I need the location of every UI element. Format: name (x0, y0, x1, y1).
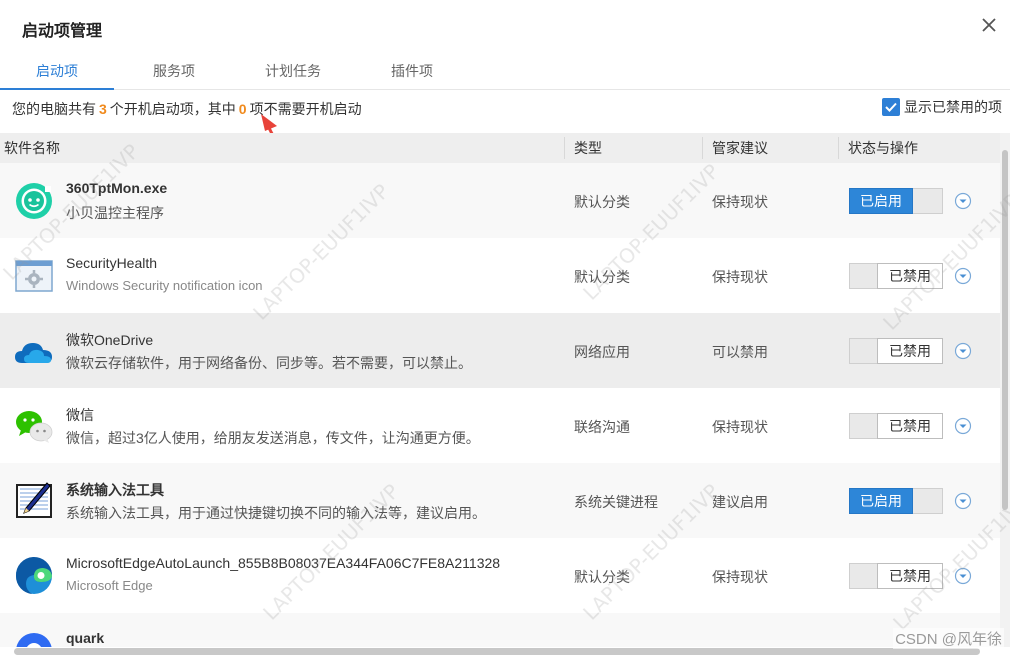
status-label: 已启用 (849, 188, 913, 214)
app-advice: 可以禁用 (712, 344, 768, 360)
tab-bar: 启动项 服务项 计划任务 插件项 (0, 54, 1010, 90)
app-type: 联络沟通 (574, 419, 630, 435)
app-advice: 保持现状 (712, 269, 768, 285)
app-description: Microsoft Edge (66, 578, 153, 593)
status-label: 已启用 (849, 488, 913, 514)
status-label: 已禁用 (877, 413, 943, 439)
quark-icon (16, 633, 52, 647)
close-icon (982, 18, 996, 32)
settings-window-icon (15, 260, 53, 292)
column-header-status: 状态与操作 (848, 140, 918, 156)
app-name: 系统输入法工具 (66, 482, 164, 498)
status-label: 已禁用 (877, 263, 943, 289)
table-row[interactable]: MicrosoftEdgeAutoLaunch_855B8B08037EA344… (0, 538, 1000, 613)
tab-plugins[interactable]: 插件项 (366, 54, 458, 90)
status-label: 已禁用 (877, 563, 943, 589)
summary-text-2: 个开机启动项，其中 (109, 101, 236, 117)
status-toggle[interactable]: 已启用 (849, 188, 943, 214)
status-label: 已禁用 (877, 338, 943, 364)
show-disabled-checkbox[interactable]: 显示已禁用的项 (882, 97, 1002, 117)
app-description: 系统输入法工具，用于通过快捷键切换不同的输入法等，建议启用。 (66, 505, 486, 521)
cloud-icon (15, 343, 52, 363)
chevron-down-icon[interactable] (954, 267, 972, 285)
app-description: 微信，超过3亿人使用，给朋友发送消息，传文件，让沟通更方便。 (66, 430, 480, 446)
table-row[interactable]: 系统输入法工具 系统输入法工具，用于通过快捷键切换不同的输入法等，建议启用。 系… (0, 463, 1000, 538)
app-type: 默认分类 (574, 569, 630, 585)
column-divider (702, 137, 703, 159)
app-description: Windows Security notification icon (66, 278, 263, 293)
chat-bot-icon (16, 183, 52, 219)
status-toggle[interactable]: 已禁用 (849, 263, 943, 289)
window-title: 启动项管理 (22, 23, 103, 40)
chevron-down-icon[interactable] (954, 417, 972, 435)
column-header-advice: 管家建议 (712, 140, 768, 156)
tab-services[interactable]: 服务项 (128, 54, 220, 90)
app-name: SecurityHealth (66, 255, 158, 271)
summary-unneeded-count: 0 (238, 101, 247, 117)
app-advice: 保持现状 (712, 194, 768, 210)
summary-total-count: 3 (99, 101, 107, 117)
status-toggle[interactable]: 已启用 (849, 488, 943, 514)
app-name: MicrosoftEdgeAutoLaunch_855B8B08037EA344… (66, 555, 501, 571)
app-name: 360TptMon.exe (66, 180, 168, 196)
wechat-icon (16, 411, 53, 443)
chevron-down-icon[interactable] (954, 192, 972, 210)
app-advice: 建议启用 (712, 494, 768, 510)
app-description: 小贝温控主程序 (66, 205, 164, 221)
summary-text-3: 项不需要开机启动 (249, 101, 362, 117)
table-row[interactable]: 360TptMon.exe 小贝温控主程序 默认分类 保持现状 已启用 (0, 163, 1000, 238)
table-header: 软件名称 类型 管家建议 状态与操作 (0, 133, 1000, 163)
column-divider (838, 137, 839, 159)
app-advice: 保持现状 (712, 569, 768, 585)
chevron-down-icon[interactable] (954, 492, 972, 510)
status-toggle[interactable]: 已禁用 (849, 338, 943, 364)
status-toggle[interactable]: 已禁用 (849, 563, 943, 589)
checkmark-icon (885, 102, 897, 112)
status-toggle[interactable]: 已禁用 (849, 413, 943, 439)
app-type: 默认分类 (574, 269, 630, 285)
app-name: 微软OneDrive (66, 332, 154, 348)
app-type: 网络应用 (574, 344, 630, 360)
column-header-name: 软件名称 (4, 140, 60, 156)
app-type: 系统关键进程 (574, 494, 658, 510)
chevron-down-icon[interactable] (954, 567, 972, 585)
table-row[interactable]: SecurityHealth Windows Security notifica… (0, 238, 1000, 313)
table-row[interactable]: quark (0, 613, 1000, 647)
tab-startup[interactable]: 启动项 (0, 54, 114, 90)
app-description: 微软云存储软件，用于网络备份、同步等。若不需要，可以禁止。 (66, 355, 472, 371)
column-header-type: 类型 (574, 140, 602, 156)
column-divider (564, 137, 565, 159)
horizontal-scrollbar[interactable] (14, 648, 980, 655)
app-advice: 保持现状 (712, 419, 768, 435)
credit-watermark: CSDN @风年徐 (893, 628, 1004, 649)
tab-scheduled-tasks[interactable]: 计划任务 (240, 54, 346, 90)
close-button[interactable] (976, 12, 1002, 38)
table-row[interactable]: 微软OneDrive 微软云存储软件，用于网络备份、同步等。若不需要，可以禁止。… (0, 313, 1000, 388)
checkbox-checked[interactable] (882, 98, 900, 116)
app-type: 默认分类 (574, 194, 630, 210)
app-name: quark (66, 630, 105, 646)
pen-icon (16, 482, 52, 518)
edge-icon (15, 556, 52, 594)
title-bar: 启动项管理 (0, 0, 1010, 52)
startup-list: 360TptMon.exe 小贝温控主程序 默认分类 保持现状 已启用 Secu… (0, 163, 1000, 647)
table-row[interactable]: 微信 微信，超过3亿人使用，给朋友发送消息，传文件，让沟通更方便。 联络沟通 保… (0, 388, 1000, 463)
vertical-scrollbar-thumb[interactable] (1002, 150, 1008, 510)
summary-text-1: 您的电脑共有 (12, 101, 96, 117)
show-disabled-label: 显示已禁用的项 (904, 99, 1002, 115)
chevron-down-icon[interactable] (954, 342, 972, 360)
startup-summary: 您的电脑共有 3 个开机启动项，其中 0 项不需要开机启动 (12, 99, 362, 119)
app-name: 微信 (66, 407, 94, 423)
